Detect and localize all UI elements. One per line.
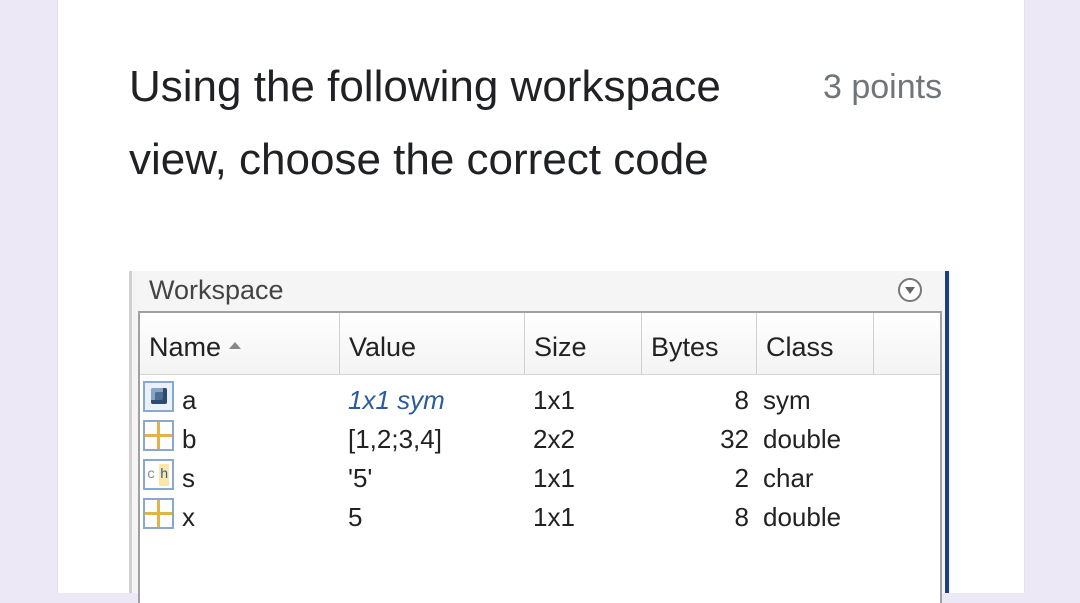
column-header-class[interactable]: Class [757, 313, 874, 374]
row-value: '5' [348, 463, 373, 493]
row-bytes: 8 [734, 385, 749, 415]
sort-ascending-icon [229, 342, 242, 350]
table-row[interactable]: x 5 1x1 8 double [140, 496, 940, 535]
column-header-bytes[interactable]: Bytes [642, 313, 757, 374]
matrix-grid-icon [143, 420, 174, 451]
sym-cube-icon [143, 381, 174, 412]
column-header-size[interactable]: Size [525, 313, 642, 374]
row-name: b [182, 424, 197, 454]
table-header: Name Value Size Bytes Class [140, 313, 940, 375]
table-row[interactable]: b [1,2;3,4] 2x2 32 double [140, 418, 940, 457]
row-name: s [182, 463, 195, 493]
circle-chevron-down-icon[interactable] [898, 278, 922, 302]
column-header-name[interactable]: Name [140, 313, 340, 374]
table-row[interactable]: ch s '5' 1x1 2 char [140, 457, 940, 496]
row-size: 1x1 [533, 463, 575, 493]
table-row[interactable]: a 1x1 sym 1x1 8 sym [140, 379, 940, 418]
row-bytes: 32 [720, 424, 749, 454]
row-size: 1x1 [533, 385, 575, 415]
matrix-grid-icon [143, 498, 174, 529]
char-array-icon: ch [143, 459, 174, 490]
row-class: sym [763, 385, 811, 415]
workspace-panel: Workspace Name Value Size Bytes Class a … [129, 271, 951, 603]
row-size: 2x2 [533, 424, 575, 454]
row-value: 5 [348, 502, 363, 532]
row-bytes: 2 [734, 463, 749, 493]
row-class: double [763, 502, 842, 532]
column-header-value[interactable]: Value [340, 313, 525, 374]
row-value: 1x1 sym [348, 385, 445, 415]
points-label: 3 points [823, 68, 943, 106]
question-title: Using the following workspace view, choo… [129, 62, 721, 184]
column-header-empty [874, 313, 938, 374]
row-name: x [182, 502, 195, 532]
row-size: 1x1 [533, 502, 575, 532]
row-name: a [182, 385, 197, 415]
row-class: char [763, 463, 814, 493]
row-class: double [763, 424, 842, 454]
panel-edge-bar [945, 271, 949, 593]
row-bytes: 8 [734, 502, 749, 532]
row-value: [1,2;3,4] [348, 424, 442, 454]
workspace-title: Workspace [149, 275, 284, 305]
workspace-table: Name Value Size Bytes Class a 1x1 sym 1x… [138, 311, 942, 603]
